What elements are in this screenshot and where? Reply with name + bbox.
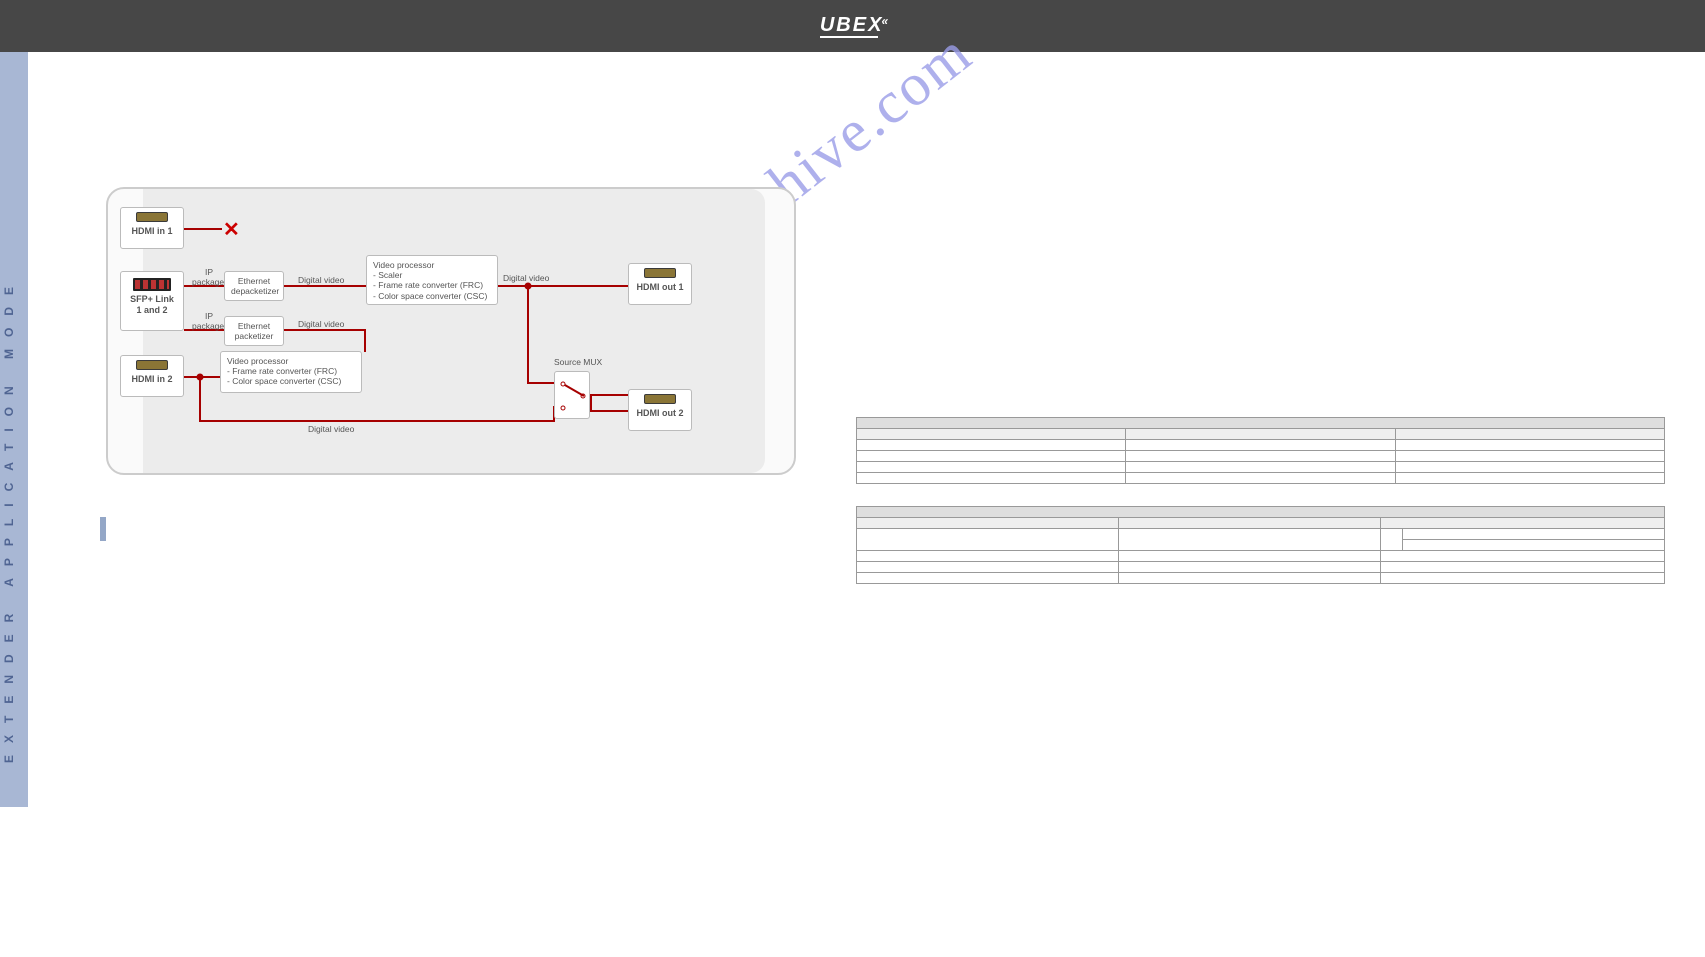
info-note bbox=[100, 517, 796, 541]
ethernet-packetizer: Ethernet packetizer bbox=[224, 316, 284, 346]
label-source-mux: Source MUX bbox=[554, 357, 602, 367]
mux-dot-icon bbox=[561, 406, 566, 411]
header-bar: UBEX« bbox=[0, 0, 1705, 52]
video-processor-1: Video processor - Scaler - Frame rate co… bbox=[366, 255, 498, 305]
x-icon: ✕ bbox=[223, 217, 240, 242]
source-mux bbox=[554, 371, 590, 419]
sfp-box: SFP+ Link 1 and 2 bbox=[120, 271, 184, 331]
label-ip-packages: IP packages bbox=[192, 311, 226, 331]
sidebar-label: EXTENDER APPLICATION MODE bbox=[2, 275, 16, 763]
table1-h2 bbox=[1395, 429, 1664, 440]
hdmi-in1-label: HDMI in 1 bbox=[131, 226, 172, 236]
mux-link-icon bbox=[565, 384, 585, 396]
label-digital-video: Digital video bbox=[308, 424, 354, 434]
signal-line bbox=[199, 420, 555, 422]
logo-text: UBEX bbox=[820, 14, 884, 36]
signal-line bbox=[284, 285, 366, 287]
signal-line bbox=[284, 329, 366, 331]
signal-line bbox=[590, 394, 592, 410]
hdmi-out2-box: HDMI out 2 bbox=[628, 389, 692, 431]
chevrons-icon: « bbox=[881, 14, 885, 28]
bottom-blank bbox=[0, 807, 1705, 957]
hdmi-in1-box: HDMI in 1 bbox=[120, 207, 184, 249]
column-left: HDMI in 1 SFP+ Link 1 and 2 HDMI in 2 Et… bbox=[106, 72, 796, 917]
page: UBEX« EXTENDER APPLICATION MODE manualsh… bbox=[0, 0, 1705, 957]
hdmi-out1-label: HDMI out 1 bbox=[637, 282, 684, 292]
signal-line bbox=[590, 394, 628, 396]
label-digital-video: Digital video bbox=[298, 319, 344, 329]
signal-line bbox=[527, 382, 555, 384]
label-digital-video: Digital video bbox=[503, 273, 549, 283]
ethernet-depacketizer: Ethernet depacketizer bbox=[224, 271, 284, 301]
spec-table-1 bbox=[856, 417, 1665, 484]
block-diagram: HDMI in 1 SFP+ Link 1 and 2 HDMI in 2 Et… bbox=[106, 187, 796, 475]
hdmi-in2-box: HDMI in 2 bbox=[120, 355, 184, 397]
hdmi-out2-label: HDMI out 2 bbox=[637, 408, 684, 418]
signal-line bbox=[184, 228, 222, 230]
hdmi-port-icon bbox=[136, 212, 168, 222]
table2-title bbox=[857, 507, 1665, 518]
hdmi-port-icon bbox=[644, 268, 676, 278]
hdmi-out1-box: HDMI out 1 bbox=[628, 263, 692, 305]
video-processor-2: Video processor - Frame rate converter (… bbox=[220, 351, 362, 393]
hdmi-port-icon bbox=[136, 360, 168, 370]
signal-line bbox=[199, 376, 201, 421]
header-logo: UBEX« bbox=[820, 14, 885, 38]
column-right bbox=[856, 72, 1665, 917]
table1-h1 bbox=[1126, 429, 1395, 440]
label-digital-video: Digital video bbox=[298, 275, 344, 285]
spec-table-2 bbox=[856, 506, 1665, 584]
signal-line bbox=[364, 329, 366, 352]
note-accent-bar bbox=[100, 517, 106, 541]
sfp-label: SFP+ Link 1 and 2 bbox=[130, 294, 174, 315]
sfp-port-icon bbox=[133, 278, 171, 291]
hdmi-port-icon bbox=[644, 394, 676, 404]
table1-title bbox=[857, 418, 1665, 429]
signal-line bbox=[498, 285, 628, 287]
signal-line bbox=[590, 410, 628, 412]
signal-line bbox=[527, 285, 529, 383]
table1-h0 bbox=[857, 429, 1126, 440]
label-ip-packages: IP packages bbox=[192, 267, 226, 287]
hdmi-in2-label: HDMI in 2 bbox=[131, 374, 172, 384]
